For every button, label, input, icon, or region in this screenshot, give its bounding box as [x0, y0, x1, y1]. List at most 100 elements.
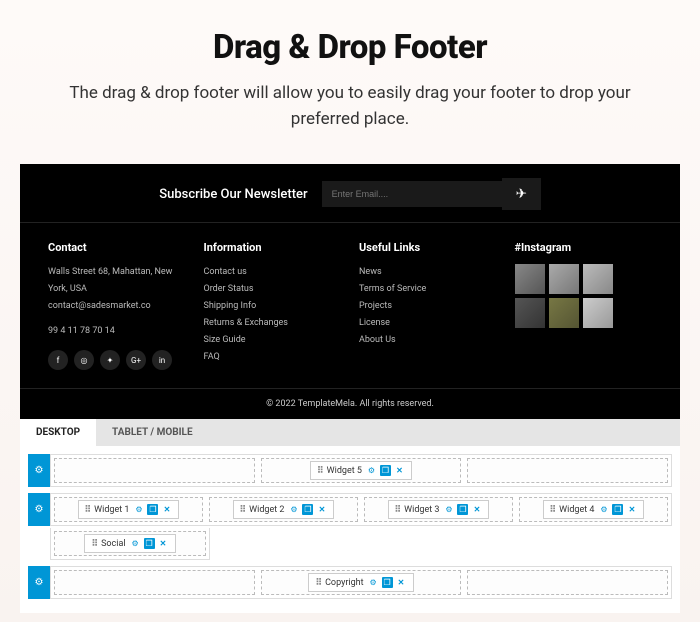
list-item[interactable]: License: [359, 315, 497, 332]
footer-col-contact: Contact Walls Street 68, Mahattan, New Y…: [48, 241, 186, 370]
duplicate-icon[interactable]: ❐: [612, 504, 623, 515]
gear-icon[interactable]: ⚙: [288, 504, 299, 515]
list-item[interactable]: Size Guide: [204, 332, 342, 349]
row-settings-handle[interactable]: ⚙: [28, 454, 50, 487]
builder-slot[interactable]: ⠿ Social ⚙ ❐ ✕: [54, 531, 206, 556]
builder-slot[interactable]: [467, 570, 668, 595]
duplicate-icon[interactable]: ❐: [147, 504, 158, 515]
grip-icon: ⠿: [85, 505, 91, 515]
tab-desktop[interactable]: DESKTOP: [20, 419, 96, 446]
newsletter-email-input[interactable]: [322, 181, 502, 207]
useful-links: News Terms of Service Projects License A…: [359, 264, 497, 349]
widget-label: Widget 5: [327, 466, 362, 476]
gear-icon[interactable]: ⚙: [443, 504, 454, 515]
builder-row: ⚙ ⠿ Widget 1 ⚙ ❐ ✕ ⠿ Widget 2 ⚙ ❐ ✕ ⠿ Wi…: [28, 493, 672, 526]
builder-slot[interactable]: [54, 458, 255, 483]
widget-chip[interactable]: ⠿ Widget 3 ⚙ ❐ ✕: [388, 500, 490, 519]
page-title: Drag & Drop Footer: [60, 28, 640, 67]
gear-icon[interactable]: ⚙: [366, 465, 377, 476]
builder-slot[interactable]: ⠿ Copyright ⚙ ❐ ✕: [261, 570, 462, 595]
instagram-thumb[interactable]: [549, 298, 579, 328]
page-subtitle: The drag & drop footer will allow you to…: [60, 81, 640, 132]
footer-col-information: Information Contact us Order Status Ship…: [204, 241, 342, 370]
builder-slot[interactable]: ⠿ Widget 5 ⚙ ❐ ✕: [261, 458, 462, 483]
list-item[interactable]: Terms of Service: [359, 281, 497, 298]
grip-icon: ⠿: [240, 505, 246, 515]
grip-icon: ⠿: [395, 505, 401, 515]
widget-label: Social: [101, 539, 125, 549]
duplicate-icon[interactable]: ❐: [144, 538, 155, 549]
contact-phone: 99 4 11 78 70 14: [48, 323, 186, 340]
contact-heading: Contact: [48, 241, 186, 254]
builder-row: ⠿ Social ⚙ ❐ ✕: [28, 528, 672, 560]
instagram-thumb[interactable]: [583, 264, 613, 294]
builder-slot[interactable]: ⠿ Widget 2 ⚙ ❐ ✕: [209, 497, 358, 522]
list-item[interactable]: FAQ: [204, 349, 342, 366]
contact-address: Walls Street 68, Mahattan, New York, USA: [48, 264, 186, 298]
instagram-icon[interactable]: ◎: [74, 350, 94, 370]
list-item[interactable]: Projects: [359, 298, 497, 315]
close-icon[interactable]: ✕: [396, 577, 407, 588]
grip-icon: ⠿: [550, 505, 556, 515]
builder-slot[interactable]: ⠿ Widget 1 ⚙ ❐ ✕: [54, 497, 203, 522]
gear-icon[interactable]: ⚙: [130, 538, 141, 549]
close-icon[interactable]: ✕: [161, 504, 172, 515]
list-item[interactable]: Contact us: [204, 264, 342, 281]
list-item[interactable]: Returns & Exchanges: [204, 315, 342, 332]
gear-icon[interactable]: ⚙: [133, 504, 144, 515]
facebook-icon[interactable]: f: [48, 350, 68, 370]
builder-slot[interactable]: [467, 458, 668, 483]
tab-tablet-mobile[interactable]: TABLET / MOBILE: [96, 419, 209, 446]
gear-icon[interactable]: ⚙: [598, 504, 609, 515]
close-icon[interactable]: ✕: [316, 504, 327, 515]
footer-preview: Subscribe Our Newsletter ✈ Contact Walls…: [20, 164, 680, 419]
duplicate-icon[interactable]: ❐: [382, 577, 393, 588]
footer-col-useful: Useful Links News Terms of Service Proje…: [359, 241, 497, 370]
list-item[interactable]: About Us: [359, 332, 497, 349]
widget-chip[interactable]: ⠿ Widget 4 ⚙ ❐ ✕: [543, 500, 645, 519]
duplicate-icon[interactable]: ❐: [380, 465, 391, 476]
gear-icon[interactable]: ⚙: [368, 577, 379, 588]
grip-icon: ⠿: [91, 539, 97, 549]
builder-slot[interactable]: [54, 570, 255, 595]
instagram-thumb[interactable]: [583, 298, 613, 328]
list-item[interactable]: Shipping Info: [204, 298, 342, 315]
duplicate-icon[interactable]: ❐: [302, 504, 313, 515]
contact-email: contact@sadesmarket.co: [48, 298, 186, 315]
widget-chip[interactable]: ⠿ Widget 1 ⚙ ❐ ✕: [78, 500, 180, 519]
duplicate-icon[interactable]: ❐: [457, 504, 468, 515]
newsletter-submit-button[interactable]: ✈: [502, 178, 541, 210]
list-item[interactable]: News: [359, 264, 497, 281]
builder-slot[interactable]: ⠿ Widget 4 ⚙ ❐ ✕: [519, 497, 668, 522]
widget-label: Widget 1: [94, 505, 129, 515]
builder-slot[interactable]: ⠿ Widget 3 ⚙ ❐ ✕: [364, 497, 513, 522]
send-icon: ✈: [516, 186, 527, 201]
widget-chip[interactable]: ⠿ Widget 5 ⚙ ❐ ✕: [310, 461, 412, 480]
twitter-icon[interactable]: ✦: [100, 350, 120, 370]
footer-builder: DESKTOP TABLET / MOBILE ⚙ ⠿ Widget 5 ⚙ ❐…: [20, 419, 680, 613]
information-heading: Information: [204, 241, 342, 254]
newsletter-label: Subscribe Our Newsletter: [159, 187, 307, 202]
builder-tabs: DESKTOP TABLET / MOBILE: [20, 419, 680, 446]
row-settings-handle[interactable]: ⚙: [28, 493, 50, 526]
close-icon[interactable]: ✕: [626, 504, 637, 515]
builder-row: ⚙ ⠿ Copyright ⚙ ❐ ✕: [28, 566, 672, 599]
widget-chip[interactable]: ⠿ Widget 2 ⚙ ❐ ✕: [233, 500, 335, 519]
row-settings-handle[interactable]: ⚙: [28, 566, 50, 599]
close-icon[interactable]: ✕: [394, 465, 405, 476]
google-plus-icon[interactable]: G+: [126, 350, 146, 370]
instagram-thumb[interactable]: [515, 298, 545, 328]
copyright-text: © 2022 TemplateMela. All rights reserved…: [20, 388, 680, 419]
linkedin-icon[interactable]: in: [152, 350, 172, 370]
builder-row: ⚙ ⠿ Widget 5 ⚙ ❐ ✕: [28, 454, 672, 487]
widget-chip[interactable]: ⠿ Social ⚙ ❐ ✕: [84, 534, 175, 553]
instagram-thumb[interactable]: [515, 264, 545, 294]
widget-label: Copyright: [325, 578, 363, 588]
widget-label: Widget 3: [404, 505, 439, 515]
instagram-thumb[interactable]: [549, 264, 579, 294]
list-item[interactable]: Order Status: [204, 281, 342, 298]
information-links: Contact us Order Status Shipping Info Re…: [204, 264, 342, 367]
close-icon[interactable]: ✕: [158, 538, 169, 549]
close-icon[interactable]: ✕: [471, 504, 482, 515]
widget-chip[interactable]: ⠿ Copyright ⚙ ❐ ✕: [308, 573, 413, 592]
